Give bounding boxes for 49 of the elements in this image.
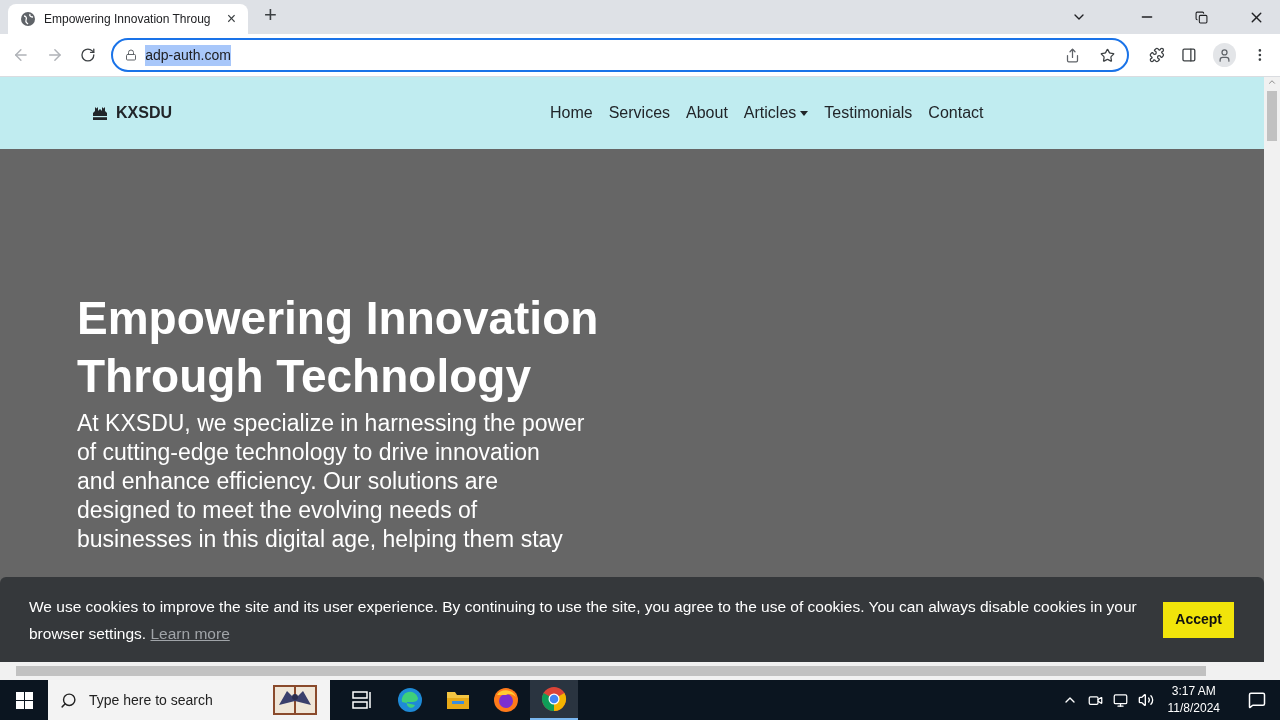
- folder-icon: [446, 689, 470, 711]
- accept-button[interactable]: Accept: [1163, 601, 1234, 638]
- globe-icon: [20, 11, 36, 27]
- restore-icon[interactable]: [1195, 10, 1208, 24]
- browser-swirl-icon: [397, 687, 423, 713]
- tab-close[interactable]: ×: [226, 7, 236, 31]
- volume-icon[interactable]: [1137, 692, 1154, 708]
- address-bar[interactable]: adp-auth.com: [111, 38, 1130, 72]
- scrollbar-thumb[interactable]: [1267, 91, 1277, 141]
- castle-icon: [92, 105, 108, 121]
- nav-dropdown[interactable]: Articles: [735, 101, 817, 125]
- brand-name[interactable]: KXSDU: [116, 101, 172, 125]
- horizontal-scrollbar[interactable]: [0, 662, 1280, 680]
- nav-link[interactable]: Testimonials: [816, 101, 921, 125]
- fox-globe-icon: [493, 687, 519, 713]
- nav-link[interactable]: Services: [600, 101, 679, 125]
- tab-title: Empowering Innovation Throug: [44, 11, 212, 28]
- notifications-icon[interactable]: [1248, 691, 1266, 709]
- cookie-message: We use cookies to improve the site and its user experience. By continuing to use the site, you agree to the use of cookies. You can always disable cookies in your browser settings. Learn more: [29, 596, 1138, 644]
- profile-avatar[interactable]: [1212, 43, 1237, 67]
- clock-date: 11/8/2024: [1167, 700, 1220, 717]
- browser-tab[interactable]: Empowering Innovation Throug ×: [8, 4, 248, 34]
- new-tab-button[interactable]: +: [264, 0, 277, 31]
- learn-more-link[interactable]: Learn more: [150, 624, 230, 642]
- hero-paragraph: At KXSDU, we specialize in harnessing the power of cutting-edge technology to drive innovation and enhance efficiency. Our solutions are designed to meet the evolving needs of businesses in this digital age, helping them stay: [77, 409, 586, 554]
- taskbar-app[interactable]: [530, 680, 578, 720]
- nav-link[interactable]: About: [678, 101, 736, 125]
- bookmark-star-icon[interactable]: [1100, 47, 1116, 63]
- reload-icon[interactable]: [79, 47, 96, 63]
- caret-icon: [800, 110, 809, 116]
- hero-heading: Empowering Innovation Through Technology: [77, 291, 600, 404]
- share-icon[interactable]: [1065, 47, 1081, 63]
- task-view-icon: [351, 689, 373, 711]
- nav-link[interactable]: Home: [542, 101, 601, 125]
- chrome-icon: [541, 686, 567, 712]
- clock[interactable]: 3:17 AM 11/8/2024: [1163, 683, 1224, 717]
- nav-link[interactable]: Contact: [920, 101, 992, 125]
- scrollbar-thumb[interactable]: [16, 666, 1206, 676]
- taskbar-search-field[interactable]: Type here to search: [48, 680, 330, 720]
- network-icon[interactable]: [1112, 692, 1128, 708]
- search-placeholder: Type here to search: [89, 690, 214, 710]
- vertical-scrollbar[interactable]: [1264, 77, 1280, 662]
- clock-time: 3:17 AM: [1171, 683, 1216, 700]
- extensions-icon[interactable]: [1149, 47, 1165, 63]
- windows-icon: [15, 691, 33, 709]
- side-panel-icon[interactable]: [1180, 47, 1197, 63]
- url-text: adp-auth.com: [145, 44, 231, 66]
- search-icon: [60, 691, 77, 709]
- lock-icon: [125, 49, 138, 61]
